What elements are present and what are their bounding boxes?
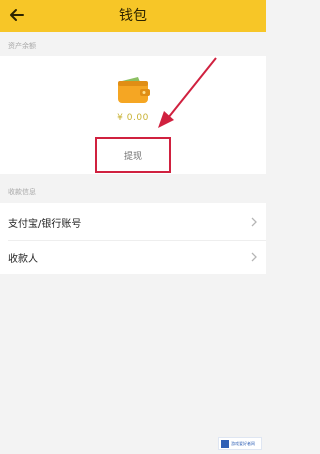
watermark-text: 游戏爱好者网 <box>231 440 255 446</box>
list-item-account[interactable]: 支付宝/银行账号 <box>0 205 266 241</box>
site-watermark: 游戏爱好者网 <box>218 437 262 450</box>
watermark-logo-icon <box>221 439 229 448</box>
account-label: 支付宝/银行账号 <box>8 219 82 230</box>
payment-section-label: 收款信息 <box>8 188 36 196</box>
chevron-right-icon <box>251 252 257 262</box>
chevron-right-icon <box>251 217 257 227</box>
withdraw-label: 提现 <box>123 151 142 162</box>
annotation-arrow <box>158 57 217 128</box>
payee-label: 收款人 <box>8 254 38 265</box>
list-item-payee[interactable]: 收款人 <box>0 240 266 275</box>
payment-list: 支付宝/银行账号 收款人 <box>0 203 266 274</box>
withdraw-button[interactable]: 提现 <box>95 137 171 173</box>
